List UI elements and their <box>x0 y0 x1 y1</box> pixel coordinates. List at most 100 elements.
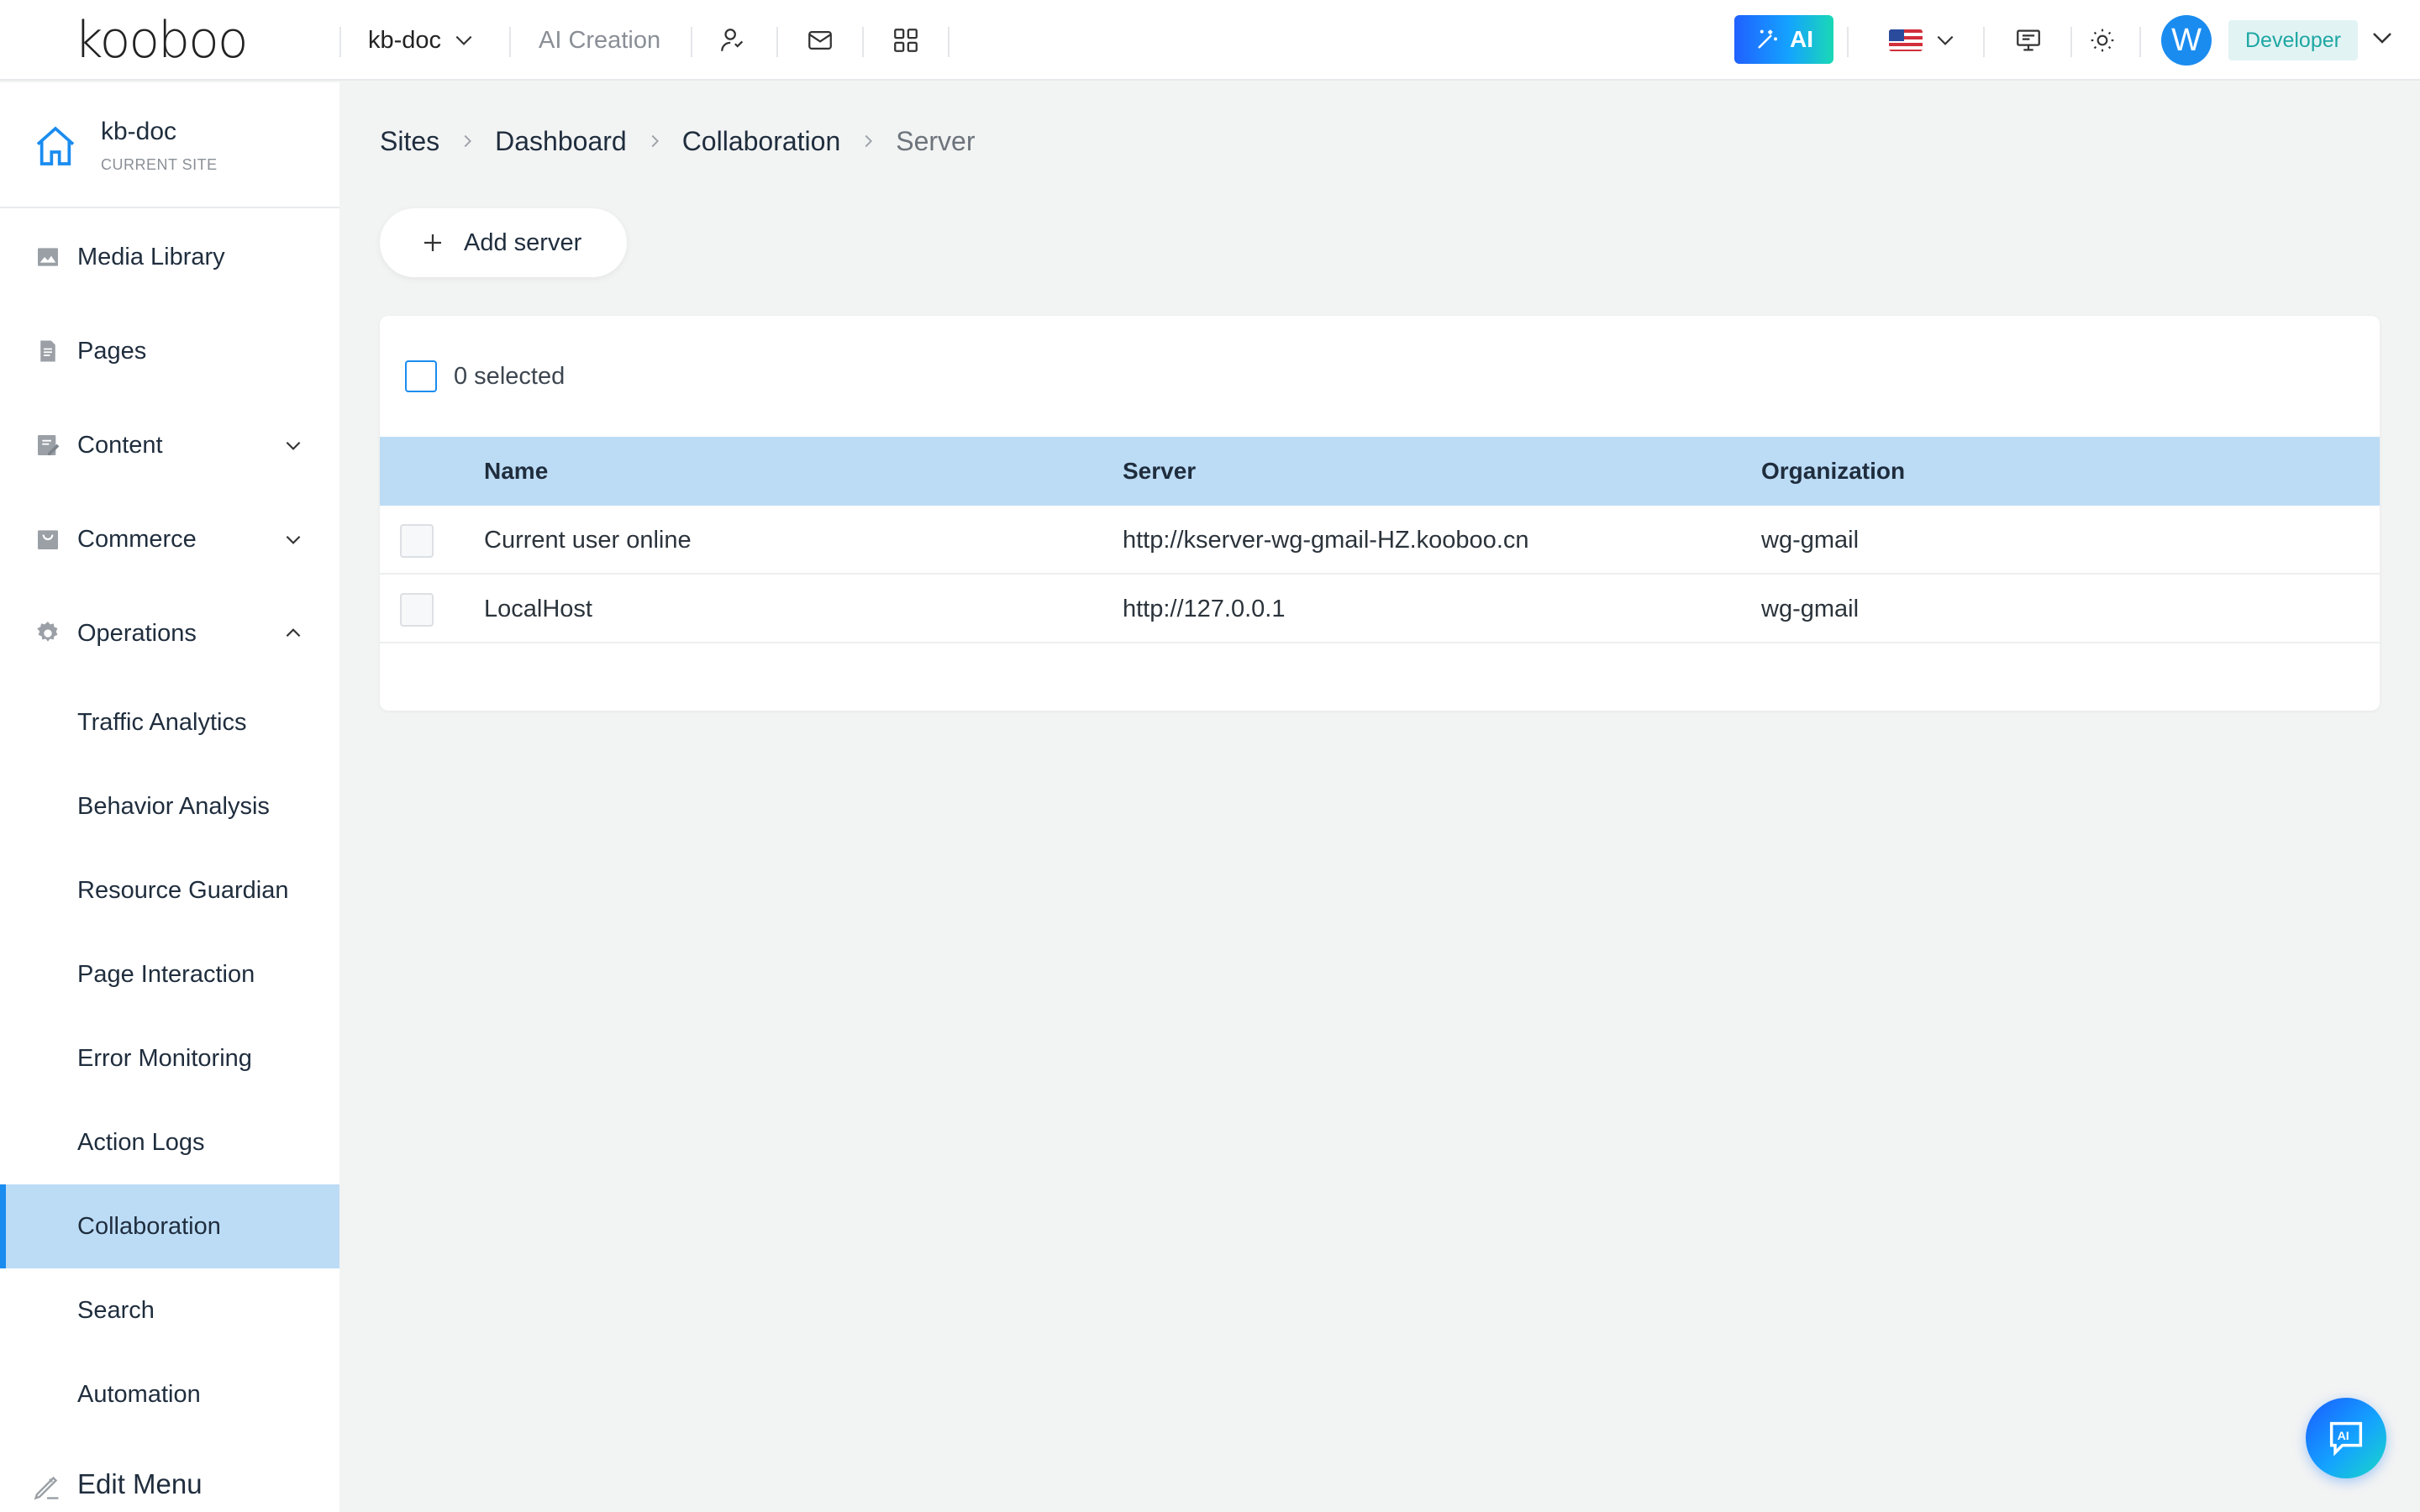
divider <box>776 27 778 57</box>
current-site[interactable]: kb-doc CURRENT SITE <box>0 82 339 208</box>
cell-server: http://kserver-wg-gmail-HZ.kooboo.cn <box>1123 527 1529 554</box>
chevron-down-icon[interactable] <box>2370 25 2395 50</box>
sidebar-subitem-label: Search <box>77 1297 155 1324</box>
row-checkbox[interactable] <box>400 524 434 558</box>
commerce-icon <box>34 525 62 554</box>
sidebar-item-label: Commerce <box>77 525 197 553</box>
sidebar-subitem-label: Error Monitoring <box>77 1045 252 1072</box>
content-edit-icon <box>34 431 62 459</box>
sidebar-subitem-automation[interactable]: Automation <box>0 1352 339 1436</box>
sidebar-subitem-resource-guardian[interactable]: Resource Guardian <box>0 848 339 932</box>
sidebar-item-label: Operations <box>77 619 197 647</box>
ai-creation-link[interactable]: AI Creation <box>539 24 660 57</box>
chevron-right-icon <box>458 132 476 150</box>
sidebar-subitem-label: Resource Guardian <box>77 877 289 904</box>
selection-bar: 0 selected <box>405 360 565 393</box>
ai-button[interactable]: AI <box>1734 15 1833 64</box>
table-row[interactable]: Current user online http://kserver-wg-gm… <box>380 506 2380 575</box>
chevron-down-icon <box>455 35 472 45</box>
cell-organization: wg-gmail <box>1761 596 1860 622</box>
kooboo-logo[interactable]: kooboo <box>74 13 249 67</box>
sidebar-subitem-behavior-analysis[interactable]: Behavior Analysis <box>0 764 339 848</box>
divider <box>691 27 692 57</box>
sidebar: kb-doc CURRENT SITE Media Library Pages … <box>0 82 339 1512</box>
current-site-name: kb-doc <box>101 118 177 145</box>
edit-menu-button[interactable]: Edit Menu <box>0 1460 339 1512</box>
add-server-label: Add server <box>464 228 582 256</box>
sidebar-subitem-page-interaction[interactable]: Page Interaction <box>0 932 339 1016</box>
site-switcher-label: kb-doc <box>368 26 442 54</box>
chevron-right-icon <box>645 132 664 150</box>
chevron-down-icon <box>286 535 301 544</box>
divider <box>339 27 341 57</box>
pencil-icon <box>34 1476 59 1500</box>
column-header-organization: Organization <box>1761 458 1906 484</box>
sidebar-item-commerce[interactable]: Commerce <box>0 497 339 581</box>
table-row[interactable]: LocalHost http://127.0.0.1 wg-gmail <box>380 575 2380 643</box>
breadcrumb-sites[interactable]: Sites <box>380 126 439 157</box>
user-switch-icon[interactable] <box>716 24 750 57</box>
mail-icon[interactable] <box>803 24 837 57</box>
column-header-name: Name <box>484 458 549 484</box>
chevron-up-icon <box>286 628 301 638</box>
monitor-icon[interactable] <box>2012 24 2045 57</box>
server-table-panel: 0 selected Name Server Organization Curr… <box>380 316 2380 711</box>
us-flag-icon <box>1889 29 1923 51</box>
sidebar-subitem-traffic-analytics[interactable]: Traffic Analytics <box>0 680 339 764</box>
ai-chat-button[interactable]: AI <box>2306 1398 2386 1478</box>
divider <box>1847 27 1849 57</box>
sidebar-item-label: Content <box>77 431 163 459</box>
chat-bubble-icon: AI <box>2329 1421 2363 1457</box>
language-selector[interactable] <box>1889 25 1956 55</box>
sidebar-item-content[interactable]: Content <box>0 403 339 487</box>
sidebar-item-label: Media Library <box>77 243 225 270</box>
cell-organization: wg-gmail <box>1761 527 1860 554</box>
magic-wand-icon <box>1758 29 1777 49</box>
breadcrumb-server: Server <box>896 125 976 156</box>
current-site-caption: CURRENT SITE <box>101 156 218 173</box>
sidebar-item-media-library[interactable]: Media Library <box>0 215 339 299</box>
breadcrumb-collaboration[interactable]: Collaboration <box>682 126 841 157</box>
select-all-checkbox[interactable] <box>405 360 437 392</box>
sidebar-subitem-label: Behavior Analysis <box>77 793 270 820</box>
sun-icon[interactable] <box>2086 24 2119 57</box>
apps-grid-icon[interactable] <box>889 24 923 57</box>
add-server-button[interactable]: Add server <box>380 208 627 277</box>
sidebar-subitem-action-logs[interactable]: Action Logs <box>0 1100 339 1184</box>
sidebar-subitem-error-monitoring[interactable]: Error Monitoring <box>0 1016 339 1100</box>
divider <box>2139 27 2141 57</box>
sidebar-subitem-label: Page Interaction <box>77 961 255 988</box>
selected-count: 0 selected <box>454 362 566 390</box>
divider <box>862 27 864 57</box>
sidebar-subitem-label: Collaboration <box>77 1213 221 1240</box>
sidebar-item-pages[interactable]: Pages <box>0 309 339 393</box>
sidebar-item-label: Pages <box>77 337 147 365</box>
divider <box>2070 27 2072 57</box>
row-checkbox[interactable] <box>400 593 434 627</box>
role-badge[interactable]: Developer <box>2228 20 2358 60</box>
divider <box>948 27 950 57</box>
sidebar-subitem-label: Action Logs <box>77 1129 205 1156</box>
sidebar-item-operations[interactable]: Operations <box>0 591 339 675</box>
chevron-down-icon <box>286 441 301 450</box>
chevron-down-icon <box>1937 35 1954 45</box>
home-icon <box>36 126 75 165</box>
divider <box>509 27 511 57</box>
divider <box>1983 27 1985 57</box>
top-bar: kooboo kb-doc AI Creation AI W Developer <box>0 0 2420 81</box>
table-header: Name Server Organization <box>380 437 2380 506</box>
column-header-server: Server <box>1123 458 1197 484</box>
cell-name: LocalHost <box>484 596 592 622</box>
user-avatar[interactable]: W <box>2161 15 2212 66</box>
sidebar-subitem-collaboration[interactable]: Collaboration <box>0 1184 339 1268</box>
breadcrumb-dashboard[interactable]: Dashboard <box>495 126 627 157</box>
site-switcher[interactable]: kb-doc <box>368 24 475 57</box>
sidebar-subitem-search[interactable]: Search <box>0 1268 339 1352</box>
chevron-right-icon <box>859 132 877 150</box>
ai-button-label: AI <box>1790 26 1813 52</box>
cell-server: http://127.0.0.1 <box>1123 596 1286 622</box>
edit-menu-label: Edit Menu <box>77 1468 203 1499</box>
sidebar-subitem-label: Automation <box>77 1381 201 1408</box>
page-icon <box>34 337 62 365</box>
image-icon <box>34 243 62 271</box>
